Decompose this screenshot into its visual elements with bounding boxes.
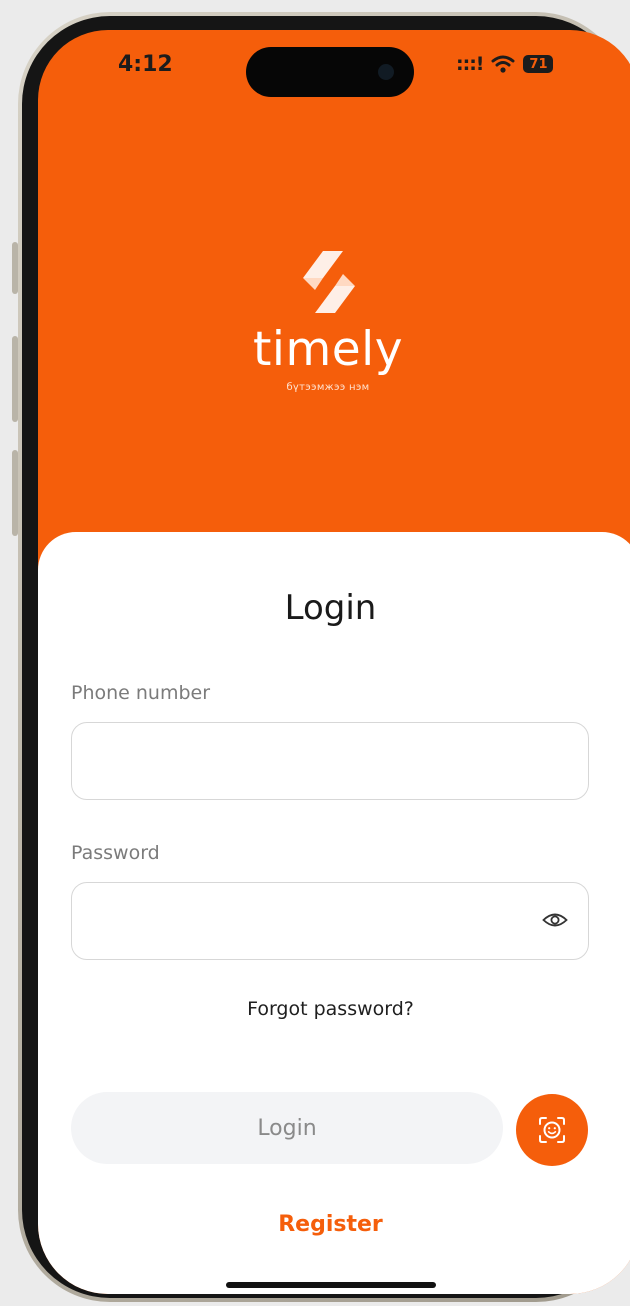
cellular-signal-icon: :::!: [456, 53, 484, 75]
eye-icon[interactable]: [542, 910, 568, 930]
brand-name: timely: [252, 322, 404, 377]
timely-logo-mark: [303, 251, 355, 313]
face-id-button[interactable]: [516, 1094, 588, 1166]
battery-icon: 71: [523, 55, 554, 73]
forgot-password-link[interactable]: Forgot password?: [38, 998, 623, 1020]
login-button[interactable]: Login: [71, 1092, 503, 1164]
face-id-icon: [539, 1117, 565, 1143]
dynamic-island: [246, 47, 414, 97]
app-screen: 4:12 :::! 71 timely бүтээмжээ нэм Login …: [38, 30, 630, 1294]
status-time: 4:12: [118, 52, 173, 77]
page-title: Login: [284, 588, 377, 628]
phone-volume-up-button: [12, 336, 18, 422]
phone-input[interactable]: [72, 723, 542, 797]
wifi-icon: [491, 55, 515, 73]
login-card: Login Phone number Password Forgot passw…: [38, 532, 630, 1294]
register-link[interactable]: Register: [38, 1212, 623, 1237]
home-indicator[interactable]: [226, 1282, 436, 1288]
phone-field: [71, 722, 589, 800]
brand-tagline: бүтээмжээ нэм: [286, 382, 370, 393]
phone-action-button: [12, 242, 18, 294]
phone-volume-down-button: [12, 450, 18, 536]
password-input[interactable]: [72, 883, 542, 957]
password-field: [71, 882, 589, 960]
status-indicators: :::! 71: [456, 52, 554, 76]
password-label: Password: [71, 842, 160, 864]
phone-label: Phone number: [71, 682, 211, 704]
camera-icon: [378, 64, 394, 80]
